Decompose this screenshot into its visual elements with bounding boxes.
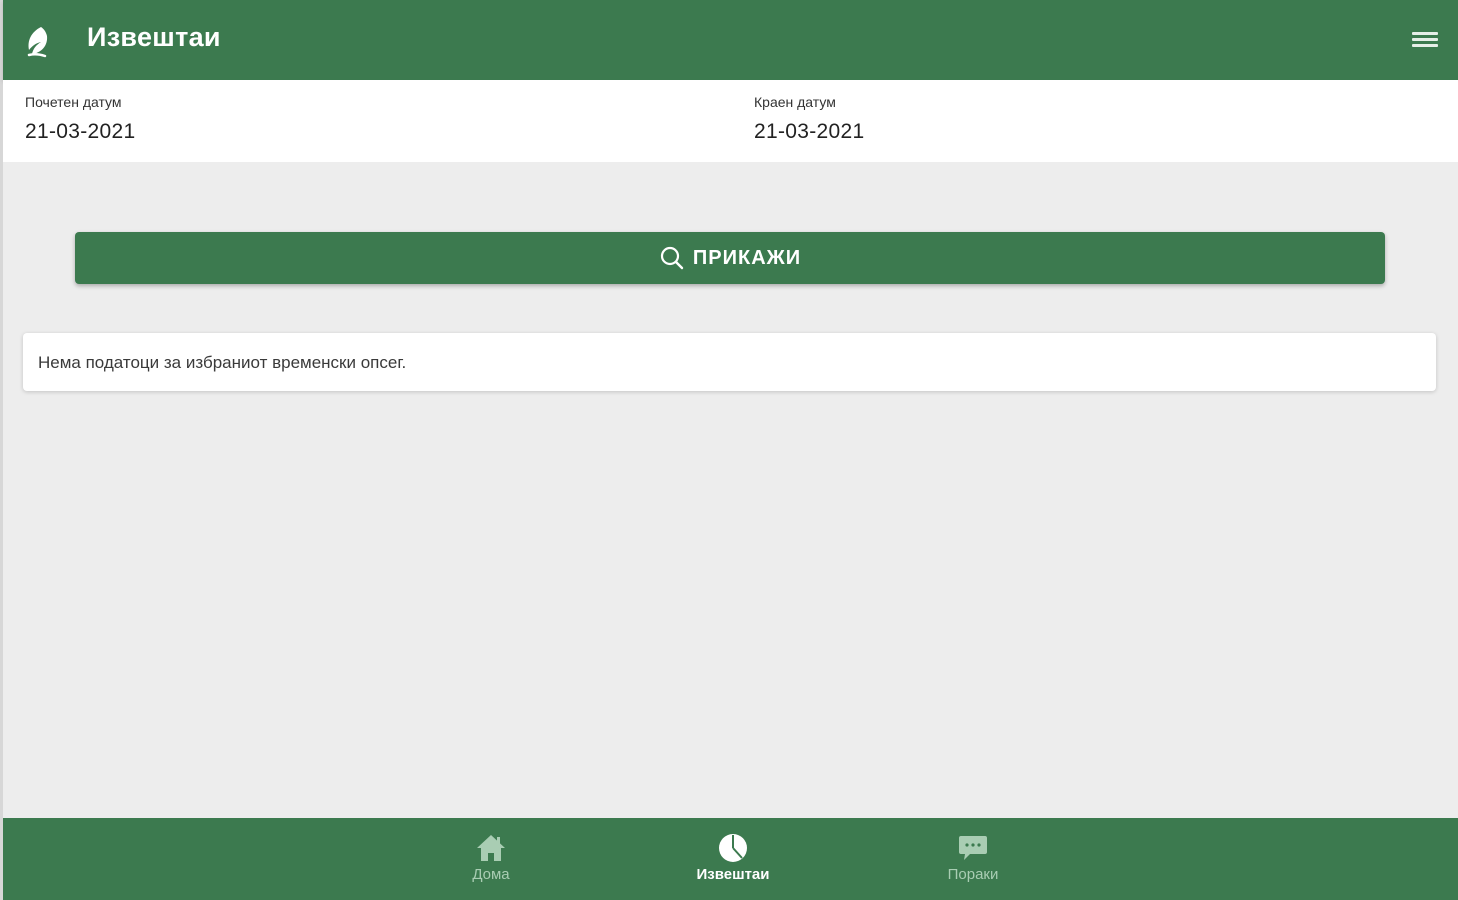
page-title: Извештаи xyxy=(87,22,221,52)
home-icon xyxy=(477,835,505,861)
hamburger-menu-icon[interactable] xyxy=(1412,32,1438,50)
pie-chart-icon xyxy=(719,834,747,862)
start-date-label: Почетен датум xyxy=(25,94,122,110)
bottom-nav: Дома Извештаи Пораки xyxy=(3,818,1458,900)
start-date-field[interactable]: Почетен датум 21-03-2021 xyxy=(25,94,135,144)
app-window: Извештаи Почетен датум 21-03-2021 Краен … xyxy=(0,0,1458,900)
start-date-value[interactable]: 21-03-2021 xyxy=(25,120,135,144)
end-date-value[interactable]: 21-03-2021 xyxy=(754,120,864,144)
top-app-bar: Извештаи xyxy=(3,0,1458,80)
tab-reports-label: Извештаи xyxy=(696,866,770,883)
show-button[interactable]: ПРИКАЖИ xyxy=(75,232,1385,284)
end-date-field[interactable]: Краен датум 21-03-2021 xyxy=(754,94,864,144)
tab-messages[interactable]: Пораки xyxy=(903,832,1043,884)
tab-home[interactable]: Дома xyxy=(421,832,561,884)
show-button-label: ПРИКАЖИ xyxy=(692,246,802,269)
tab-home-label: Дома xyxy=(472,866,510,883)
tab-reports[interactable]: Извештаи xyxy=(663,832,803,884)
chat-bubble-icon xyxy=(959,836,987,860)
date-range-panel: Почетен датум 21-03-2021 Краен датум 21-… xyxy=(3,80,1458,162)
leaf-logo-icon xyxy=(27,27,48,58)
search-icon xyxy=(660,246,684,270)
tab-messages-label: Пораки xyxy=(947,866,999,883)
end-date-label: Краен датум xyxy=(754,94,836,110)
no-data-message: Нема податоци за избраниот временски опс… xyxy=(23,333,1436,391)
no-data-message-text: Нема податоци за избраниот временски опс… xyxy=(38,353,407,372)
